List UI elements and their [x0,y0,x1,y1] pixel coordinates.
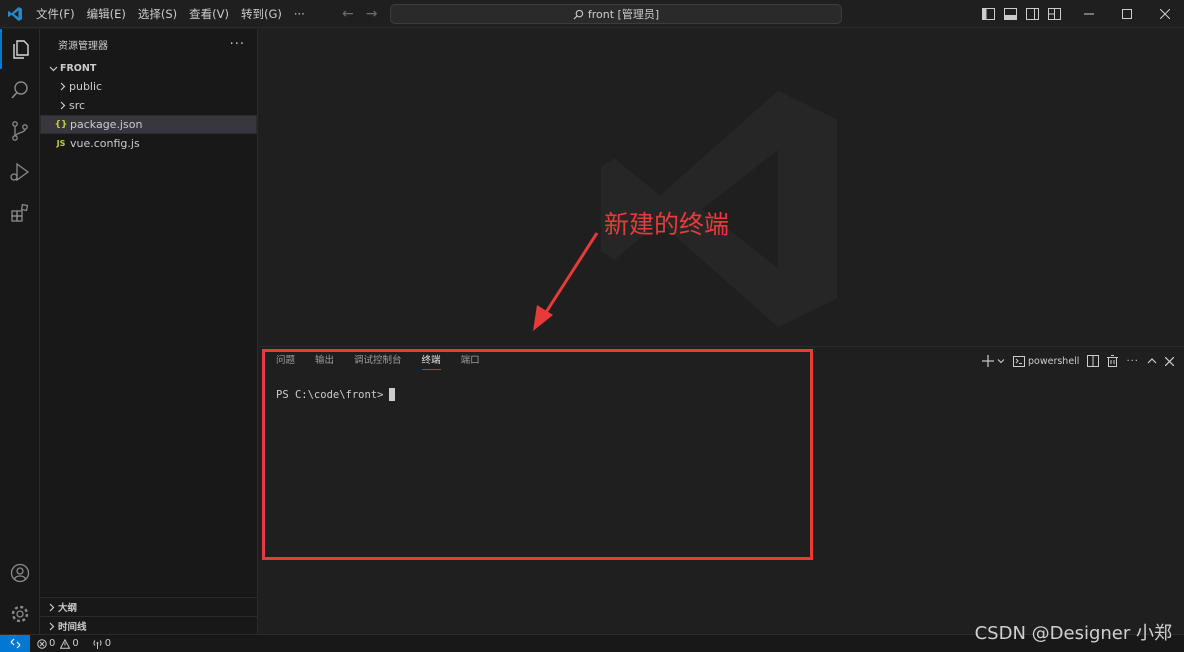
more-actions-icon[interactable]: ··· [1126,352,1139,370]
terminal-shell-selector[interactable]: powershell [1012,352,1080,370]
menu-view[interactable]: 查看(V) [183,0,235,28]
chevron-right-icon [44,603,58,612]
antenna-icon [93,639,102,649]
chevron-up-icon[interactable] [1147,352,1157,370]
chevron-right-icon [55,101,69,110]
timeline-section[interactable]: 时间线 [40,616,258,635]
tab-debug-console[interactable]: 调试控制台 [354,354,402,370]
back-arrow-icon[interactable]: ← [342,6,354,22]
tree-item-label: vue.config.js [70,137,140,150]
more-actions-icon[interactable]: ··· [230,37,245,52]
customize-layout-icon[interactable] [1046,6,1062,22]
tree-item-label: package.json [70,118,143,131]
annotation-arrow-icon [533,232,599,331]
problems-status[interactable]: 0 0 [37,638,79,649]
folder-header[interactable]: FRONT [40,59,257,77]
terminal-dropdown-icon[interactable] [997,352,1005,370]
new-terminal-icon[interactable] [981,352,994,370]
shell-name: powershell [1027,355,1080,367]
command-center[interactable]: front [管理员] [390,4,842,24]
remote-indicator-icon[interactable] [0,634,30,652]
tab-problems[interactable]: 问题 [276,354,295,370]
window-controls [1070,0,1184,28]
maximize-icon[interactable] [1108,0,1146,28]
error-count: 0 [49,638,56,649]
tree-item-public[interactable]: public [40,77,257,96]
warning-count: 0 [72,638,79,649]
menu-go[interactable]: 转到(G) [235,0,288,28]
tree-item-label: public [69,80,103,93]
menu-selection[interactable]: 选择(S) [132,0,183,28]
tree-item-package-json[interactable]: {} package.json [40,115,257,134]
command-center-label: front [管理员] [587,8,660,21]
ports-count: 0 [104,638,112,649]
extensions-icon[interactable] [0,193,40,233]
json-file-icon: {} [54,119,68,130]
ports-status[interactable]: 0 [92,638,111,649]
warning-icon [60,638,71,649]
chevron-right-icon [44,622,58,631]
toggle-secondary-sidebar-icon[interactable] [1024,6,1040,22]
timeline-label: 时间线 [58,622,87,633]
vscode-logo-icon [0,0,30,28]
outline-label: 大纲 [58,603,78,614]
tab-ports[interactable]: 端口 [461,354,480,370]
search-icon [573,9,584,19]
minimize-icon[interactable] [1070,0,1108,28]
menu-edit[interactable]: 编辑(E) [81,0,132,28]
trash-icon[interactable] [1107,352,1119,370]
chevron-right-icon [55,82,69,91]
close-icon[interactable] [1146,0,1184,28]
tab-output[interactable]: 输出 [315,354,334,370]
toggle-sidebar-icon[interactable] [980,6,996,22]
panel-actions: powershell ··· [981,352,1174,370]
explorer-icon[interactable] [0,29,40,69]
panel-tabs: 问题 输出 调试控制台 终端 端口 [276,354,480,370]
annotation-label: 新建的终端 [604,210,730,239]
outline-section[interactable]: 大纲 [40,597,258,616]
folder-name: FRONT [60,62,97,74]
navigation-arrows: ← → [342,0,377,28]
search-icon[interactable] [0,70,40,110]
tree-item-vue-config[interactable]: JS vue.config.js [40,134,257,153]
split-terminal-icon[interactable] [1087,352,1100,370]
tab-terminal[interactable]: 终端 [421,354,441,370]
terminal-output[interactable]: PS C:\code\front> [276,388,396,401]
forward-arrow-icon[interactable]: → [366,6,378,22]
close-panel-icon[interactable] [1165,352,1174,370]
title-bar: 文件(F) 编辑(E) 选择(S) 查看(V) 转到(G) ··· ← → fr… [0,0,1184,28]
explorer-sidebar: 资源管理器 ··· FRONT public src {} package.js… [40,29,258,634]
explorer-header: 资源管理器 ··· [40,29,257,59]
terminal-cursor [389,388,396,401]
toggle-panel-icon[interactable] [1002,6,1018,22]
chevron-down-icon [46,64,60,73]
terminal-icon [1012,355,1025,367]
csdn-watermark: CSDN @Designer 小郑 [974,623,1172,644]
menu-more[interactable]: ··· [288,0,311,28]
annotation-highlight-box [262,349,813,560]
terminal-panel: 问题 输出 调试控制台 终端 端口 powershell ··· PS C:\c… [259,346,1184,634]
layout-controls [980,0,1062,28]
source-control-icon[interactable] [0,111,40,151]
tree-item-src[interactable]: src [40,96,257,115]
activity-bar [0,29,40,634]
editor-area: 新建的终端 [259,29,1184,346]
account-icon[interactable] [0,553,40,593]
run-debug-icon[interactable] [0,152,40,192]
error-icon [37,638,47,649]
tree-item-label: src [69,99,86,112]
gear-icon[interactable] [0,594,40,634]
menu-file[interactable]: 文件(F) [30,0,81,28]
terminal-prompt: PS C:\code\front> [276,388,384,401]
js-file-icon: JS [56,139,66,148]
explorer-title: 资源管理器 [58,40,108,52]
